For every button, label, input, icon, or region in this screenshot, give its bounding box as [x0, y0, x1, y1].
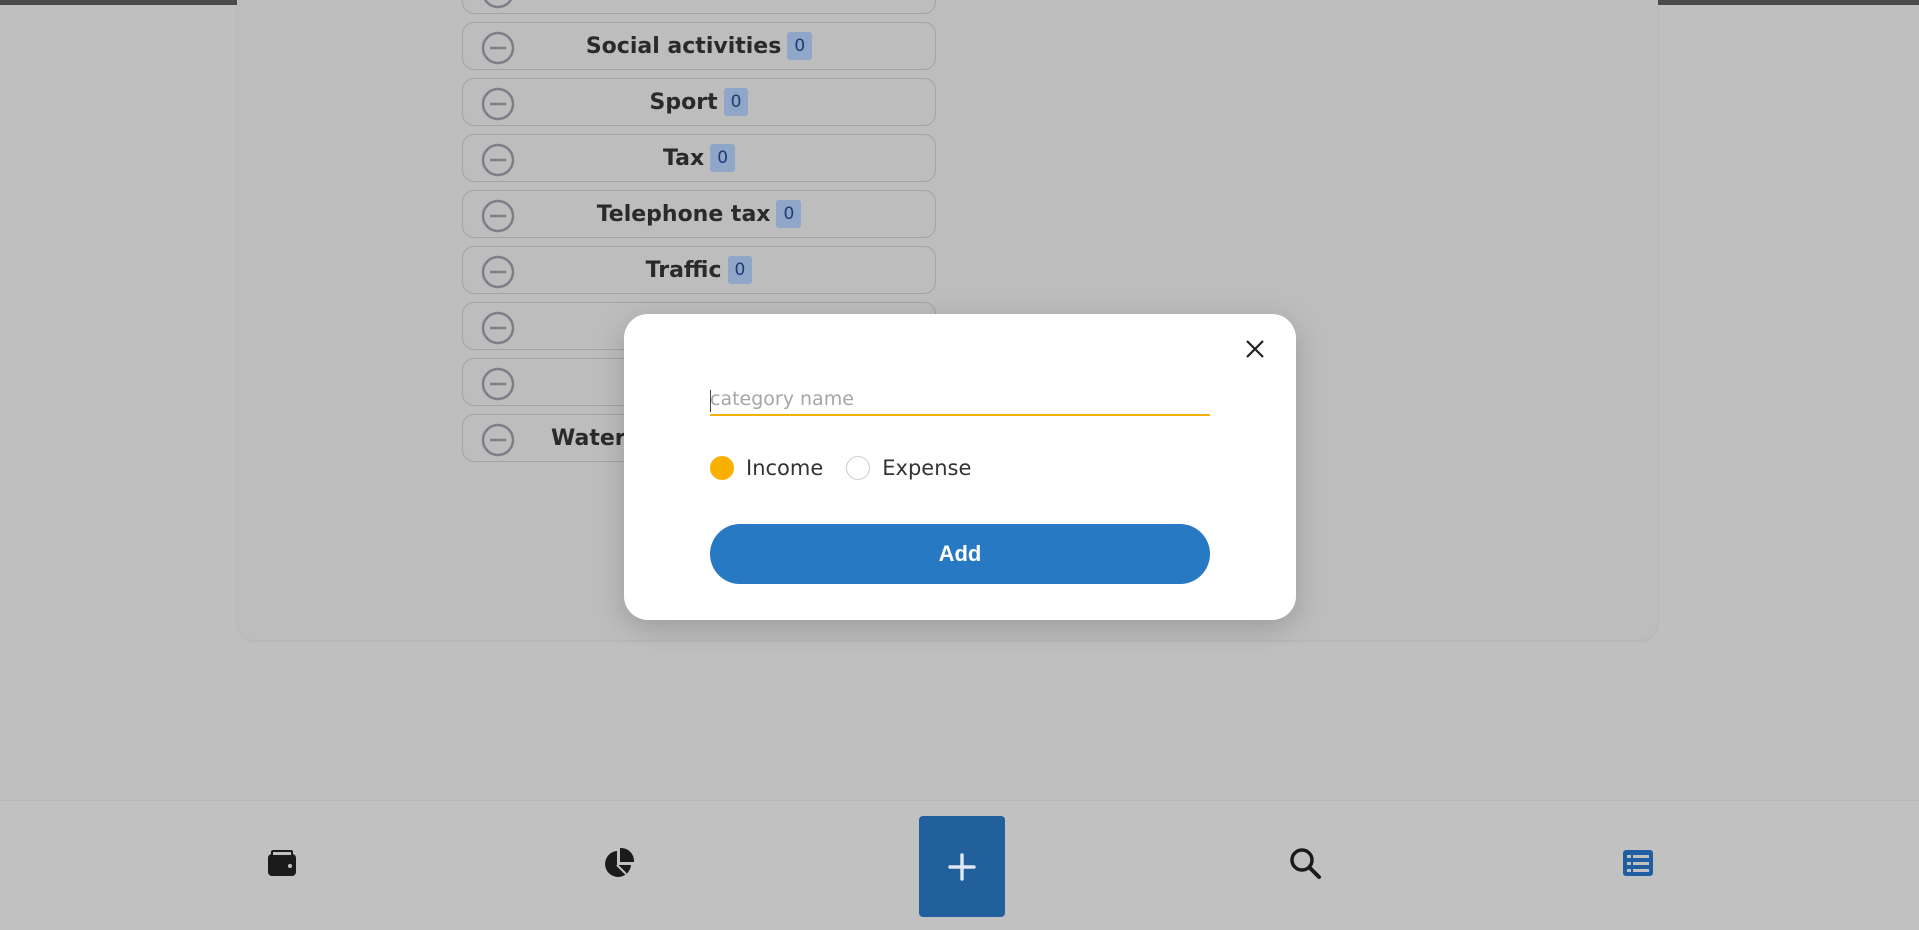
category-row: Tax 0	[462, 134, 936, 182]
close-icon[interactable]	[1242, 336, 1268, 362]
pie-chart-icon	[605, 847, 635, 877]
category-name: Social activities	[585, 33, 782, 59]
search-icon	[1290, 848, 1321, 879]
add-entry-button[interactable]	[919, 816, 1005, 917]
expense-radio-dot[interactable]	[846, 456, 871, 480]
category-name-group: Sport 0	[463, 79, 935, 125]
remove-category-icon[interactable]	[481, 367, 515, 401]
category-name-group: Traffic 0	[463, 247, 935, 293]
category-count-badge: 0	[727, 256, 753, 284]
remove-category-icon[interactable]	[481, 0, 515, 9]
category-name-group: Tax 0	[463, 135, 935, 181]
plus-icon	[948, 852, 976, 881]
category-count-badge: 0	[710, 144, 736, 172]
wallet-icon	[268, 850, 296, 876]
remove-category-icon[interactable]	[481, 311, 515, 345]
category-count-badge: 0	[776, 200, 802, 228]
category-count-badge: 0	[787, 32, 813, 60]
category-name-group: Telephone tax 0	[463, 191, 935, 237]
category-row: Social activities 0	[462, 22, 936, 70]
category-row: Telephone tax 0	[462, 190, 936, 238]
income-radio-dot[interactable]	[710, 456, 734, 480]
category-name: Traffic	[645, 257, 722, 283]
category-type-radio-group: Income Expense	[710, 456, 994, 480]
category-name: Sport	[649, 89, 718, 115]
text-cursor	[710, 390, 711, 412]
nav-wallet[interactable]	[262, 843, 302, 883]
category-row: Sport 0	[462, 78, 936, 126]
category-row-partial	[462, 0, 936, 14]
income-label: Income	[746, 456, 824, 480]
category-name: Telephone tax	[596, 201, 771, 227]
expense-radio[interactable]: Expense	[846, 456, 971, 480]
income-radio[interactable]: Income	[710, 456, 823, 480]
list-icon	[1623, 850, 1653, 876]
add-button[interactable]: Add	[710, 524, 1210, 584]
category-count-badge: 0	[723, 88, 749, 116]
expense-label: Expense	[882, 456, 972, 480]
category-name: Tax	[662, 145, 705, 171]
nav-categories[interactable]	[1618, 843, 1658, 883]
category-name-input[interactable]	[710, 384, 1210, 416]
category-row: Traffic 0	[462, 246, 936, 294]
nav-search[interactable]	[1285, 843, 1325, 883]
nav-statistics[interactable]	[599, 843, 639, 883]
category-name-group: Social activities 0	[463, 23, 935, 69]
add-category-modal: Income Expense Add	[624, 314, 1296, 620]
bottom-navigation	[0, 800, 1919, 930]
